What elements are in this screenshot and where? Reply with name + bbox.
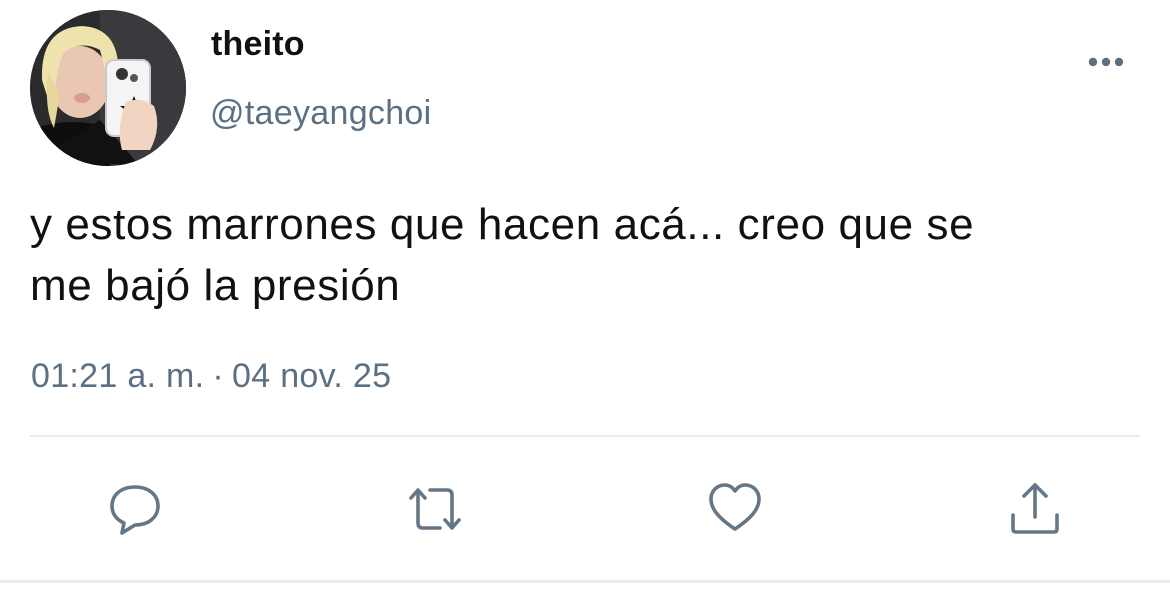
like-button[interactable] xyxy=(707,481,763,537)
retweet-button[interactable] xyxy=(407,481,463,537)
more-horizontal-icon xyxy=(1088,57,1124,67)
reply-button[interactable] xyxy=(107,481,163,537)
divider xyxy=(30,435,1140,437)
tweet-time: 01:21 a. m. xyxy=(31,357,205,395)
user-handle[interactable]: @taeyangchoi xyxy=(210,94,431,133)
avatar[interactable] xyxy=(30,10,186,166)
bottom-border xyxy=(0,580,1170,583)
tweet-date: 04 nov. 25 xyxy=(232,357,392,395)
tweet-timestamp[interactable]: 01:21 a. m. · 04 nov. 25 xyxy=(31,357,391,396)
tweet-text: y estos marrones que hacen acá... creo q… xyxy=(30,200,975,310)
heart-icon xyxy=(709,483,761,531)
share-button[interactable] xyxy=(1007,481,1063,537)
tweet-card: theito @taeyangchoi y estos marrones que… xyxy=(0,0,1170,614)
share-icon xyxy=(1011,483,1059,534)
retweet-icon xyxy=(409,488,461,530)
reply-icon xyxy=(110,485,160,535)
display-name[interactable]: theito xyxy=(211,25,305,64)
meta-separator: · xyxy=(212,357,225,395)
more-options-button[interactable] xyxy=(1084,50,1128,74)
